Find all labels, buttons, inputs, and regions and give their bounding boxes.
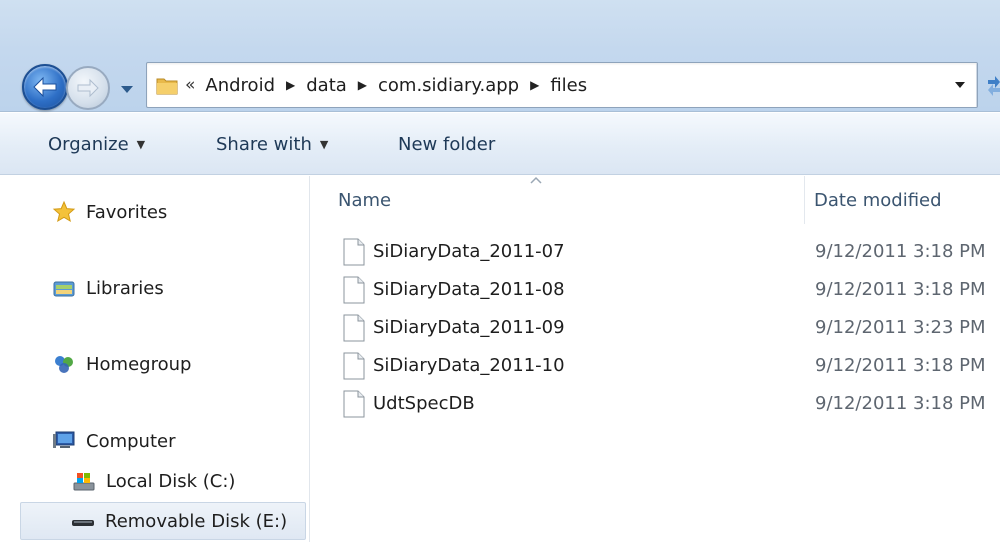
breadcrumb-separator-icon[interactable]: ▶ [286, 78, 295, 92]
organize-label: Organize [48, 133, 129, 155]
refresh-button[interactable] [986, 62, 1000, 108]
file-list: Name Date modified SiDiaryData_2011-07 9… [311, 176, 1000, 542]
breadcrumb-item-android[interactable]: Android [205, 75, 275, 96]
folder-icon [156, 78, 178, 95]
file-icon [343, 390, 365, 418]
removable-disk-icon [72, 520, 94, 526]
column-header-label: Date modified [814, 189, 942, 211]
column-header-date-modified[interactable]: Date modified [814, 176, 942, 224]
file-icon [343, 238, 365, 266]
file-row[interactable]: SiDiaryData_2011-09 9/12/2011 3:23 PM [311, 308, 1000, 346]
breadcrumb: « Android ▶ data ▶ com.sidiary.app ▶ fil… [185, 63, 587, 107]
column-divider[interactable] [804, 176, 805, 224]
nav-item-label: Favorites [86, 201, 168, 223]
file-name: SiDiaryData_2011-08 [373, 278, 565, 300]
breadcrumb-separator-icon[interactable]: ▶ [530, 78, 539, 92]
file-name: UdtSpecDB [373, 392, 475, 414]
window-frame: « Android ▶ data ▶ com.sidiary.app ▶ fil… [0, 0, 1000, 112]
breadcrumb-overflow-button[interactable]: « [185, 75, 195, 95]
arrow-right-icon [77, 78, 99, 98]
command-bar: Organize ▼ Share with ▼ New folder [0, 113, 1000, 175]
file-icon [343, 352, 365, 380]
file-icon [343, 314, 365, 342]
local-disk-icon [73, 473, 95, 491]
arrow-left-icon [33, 76, 57, 98]
breadcrumb-item-data[interactable]: data [306, 75, 347, 96]
column-header-label: Name [338, 189, 392, 211]
new-folder-button[interactable]: New folder [398, 113, 495, 175]
chevron-down-icon: ▼ [319, 137, 329, 151]
nav-item-label: Computer [86, 430, 176, 452]
file-name: SiDiaryData_2011-09 [373, 316, 565, 338]
file-date-modified: 9/12/2011 3:18 PM [815, 278, 986, 300]
refresh-icon [988, 76, 1000, 96]
back-button[interactable] [22, 64, 68, 110]
file-name: SiDiaryData_2011-07 [373, 240, 565, 262]
star-icon [52, 200, 76, 223]
breadcrumb-item-com-sidiary-app[interactable]: com.sidiary.app [378, 75, 519, 96]
file-date-modified: 9/12/2011 3:18 PM [815, 354, 986, 376]
nav-item-computer[interactable]: Computer [52, 426, 175, 456]
column-header-name[interactable]: Name [338, 176, 391, 224]
chevron-down-icon [121, 86, 133, 93]
nav-item-favorites[interactable]: Favorites [52, 197, 167, 227]
file-date-modified: 9/12/2011 3:23 PM [815, 316, 986, 338]
forward-button[interactable] [66, 66, 110, 110]
file-row[interactable]: SiDiaryData_2011-08 9/12/2011 3:18 PM [311, 270, 1000, 308]
file-row[interactable]: SiDiaryData_2011-07 9/12/2011 3:18 PM [311, 232, 1000, 270]
share-with-label: Share with [216, 133, 312, 155]
computer-icon [53, 431, 75, 448]
file-row[interactable]: UdtSpecDB 9/12/2011 3:18 PM [311, 384, 1000, 422]
libraries-icon [53, 281, 75, 297]
breadcrumb-separator-icon[interactable]: ▶ [358, 78, 367, 92]
breadcrumb-item-files[interactable]: files [550, 75, 587, 96]
nav-item-label: Homegroup [86, 353, 192, 375]
nav-item-homegroup[interactable]: Homegroup [52, 349, 191, 379]
file-icon [343, 276, 365, 304]
sort-ascending-icon [530, 176, 542, 184]
file-row[interactable]: SiDiaryData_2011-10 9/12/2011 3:18 PM [311, 346, 1000, 384]
nav-item-label: Local Disk (C:) [106, 470, 236, 492]
chevron-down-icon: ▼ [136, 137, 146, 151]
nav-item-libraries[interactable]: Libraries [52, 273, 164, 303]
share-with-button[interactable]: Share with ▼ [216, 113, 328, 175]
file-name: SiDiaryData_2011-10 [373, 354, 565, 376]
homegroup-icon [55, 356, 73, 373]
file-date-modified: 9/12/2011 3:18 PM [815, 392, 986, 414]
navigation-pane: Favorites Libraries Homegroup Computer L… [0, 176, 310, 542]
nav-item-label: Removable Disk (E:) [105, 510, 288, 532]
file-date-modified: 9/12/2011 3:18 PM [815, 240, 986, 262]
address-bar[interactable]: « Android ▶ data ▶ com.sidiary.app ▶ fil… [146, 62, 978, 108]
recent-pages-button[interactable] [116, 78, 138, 100]
organize-button[interactable]: Organize ▼ [48, 113, 145, 175]
chevron-down-icon [954, 82, 965, 88]
nav-item-removable-disk[interactable]: Removable Disk (E:) [20, 502, 306, 540]
nav-item-label: Libraries [86, 277, 164, 299]
new-folder-label: New folder [398, 133, 496, 155]
nav-item-local-disk[interactable]: Local Disk (C:) [72, 466, 235, 496]
address-history-dropdown[interactable] [943, 63, 977, 107]
